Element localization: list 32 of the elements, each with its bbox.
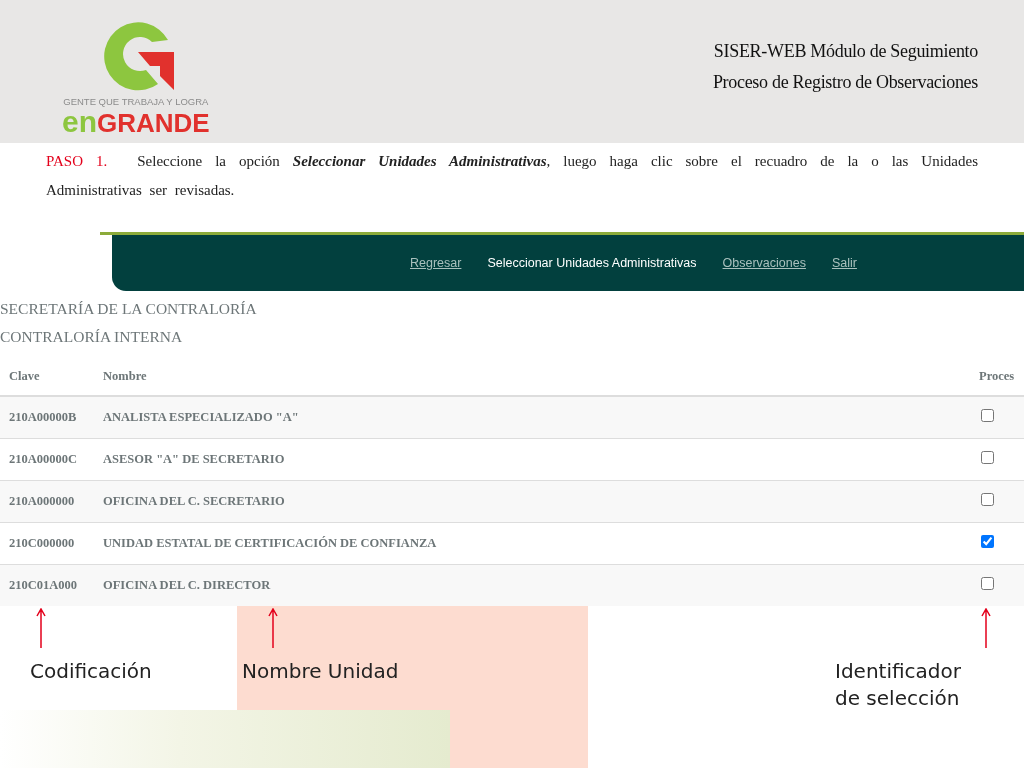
annotation-label: Identificador de selección (835, 658, 961, 712)
section-heading: SECRETARÍA DE LA CONTRALORÍA (0, 299, 258, 319)
table-cell: 210C000000 (0, 522, 94, 565)
section-heading: CONTRALORÍA INTERNA (0, 327, 184, 347)
table-cell: UNIDAD ESTATAL DE CERTIFICACIÓN DE CONFIANZA (94, 522, 970, 565)
select-checkbox[interactable] (981, 535, 994, 548)
select-checkbox[interactable] (981, 409, 994, 422)
logo-wordmark: enGRANDE (62, 107, 210, 137)
table-cell: 210A00000B (0, 396, 94, 439)
select-checkbox[interactable] (981, 577, 994, 590)
table-cell: 210A00000C (0, 438, 94, 481)
slide-title: Proceso de Registro de Observaciones (712, 72, 978, 93)
arrow-icon (981, 608, 991, 648)
table-cell: 210C01A000 (0, 564, 94, 606)
table-cell: 210A000000 (0, 480, 94, 523)
table-cell: OFICINA DEL C. SECRETARIO (94, 480, 970, 523)
slide-title: SISER-WEB Módulo de Seguimiento (713, 41, 978, 62)
select-checkbox[interactable] (981, 493, 994, 506)
table-cell: OFICINA DEL C. DIRECTOR (94, 564, 970, 606)
instruction-text: PASO 1. Seleccione la opción Seleccionar Unidades Administrativas, luego haga clic sobre el recuadro de la o las Unidades Administrativas ser revisadas. (45, 152, 979, 200)
table-cell: ASESOR "A" DE SECRETARIO (94, 438, 970, 481)
arrow-icon (36, 608, 46, 648)
annotation-label: Codificación (30, 658, 152, 685)
nav-link[interactable]: Observaciones (722, 256, 806, 270)
arrow-icon (268, 608, 278, 648)
logo-tagline: GENTE QUE TRABAJA Y LOGRA (63, 96, 209, 107)
nav-link[interactable]: Seleccionar Unidades Administrativas (487, 256, 697, 270)
select-checkbox[interactable] (981, 451, 994, 464)
annotation-label: Nombre Unidad (242, 658, 399, 685)
table-cell: ANALISTA ESPECIALIZADO "A" (94, 396, 970, 439)
nav-link[interactable]: Regresar (410, 256, 462, 270)
nav-link[interactable]: Salir (831, 256, 857, 270)
